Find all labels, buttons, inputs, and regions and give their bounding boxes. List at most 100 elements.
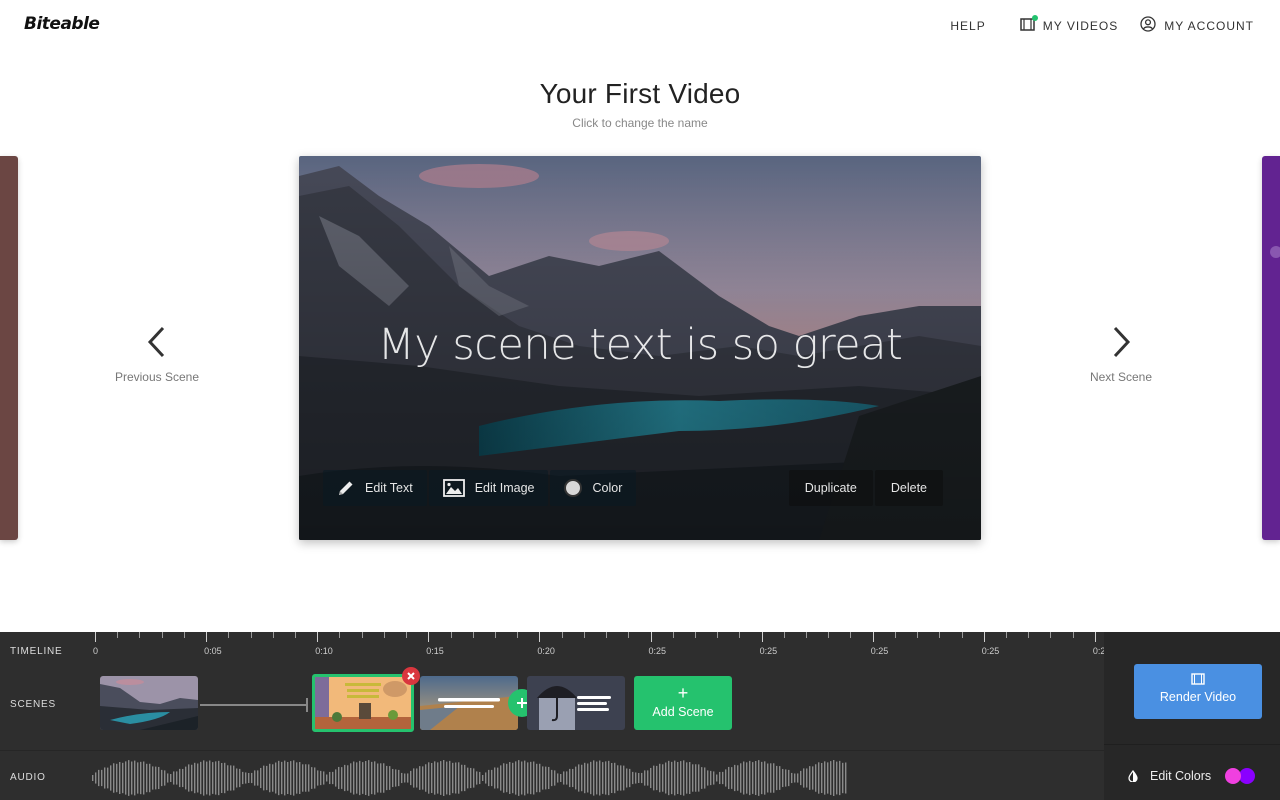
waveform-bar [647,770,649,786]
my-account-link[interactable]: MY ACCOUNT [1140,16,1254,35]
scene-text[interactable]: My scene text is so great [299,320,981,370]
my-account-label: MY ACCOUNT [1164,18,1254,33]
waveform-bar [299,761,301,795]
ruler-minor-tick [806,632,808,638]
edit-text-button[interactable]: Edit Text [323,470,427,506]
waveform-bar [752,762,754,794]
waveform-bar [131,761,133,795]
previous-scene-button[interactable]: Previous Scene [87,326,227,384]
ruler-tick-label: 0:05 [204,646,222,656]
delete-scene-button[interactable] [402,667,420,685]
waveform-bar [428,762,430,794]
duplicate-button[interactable]: Duplicate [788,470,873,506]
video-title-hint: Click to change the name [572,116,708,130]
add-scene-button[interactable]: + Add Scene [634,676,732,730]
ruler-tick-label: 0:15 [426,646,444,656]
ruler-major-tick [95,632,96,642]
ruler-minor-tick [606,632,608,638]
waveform-bar [746,762,748,794]
ruler-minor-tick [1006,632,1008,638]
waveform-bar [764,761,766,795]
render-video-button[interactable]: Render Video [1134,664,1262,719]
color-swatch-icon [564,479,583,497]
scene-connector-line [200,704,307,706]
waveform-bar [827,762,829,794]
video-title[interactable]: Your First Video [0,78,1280,110]
waveform-bar [773,763,775,793]
waveform-bar [209,760,211,796]
scene-thumbnail[interactable] [100,676,198,730]
waveform-bar [104,767,106,789]
ruler-minor-tick [406,632,408,638]
waveform-bar [167,773,169,783]
edit-colors-button[interactable]: Edit Colors [1128,768,1259,784]
render-video-label: Render Video [1159,690,1237,704]
ruler-major-tick [761,632,763,642]
waveform-bar [311,767,313,789]
waveform-bar [767,763,769,793]
waveform-bar [296,762,298,794]
waveform-bar [233,765,235,791]
waveform-bar [560,774,562,782]
waveform-bar [623,765,625,791]
ruler-minor-tick [228,632,230,638]
waveform-bar [371,761,373,795]
ruler-minor-tick [383,632,385,638]
timeline-panel: 0 0:05 0:10 0:15 0:20 0:25 0:25 0:25 0:25 0:25 TI… [0,632,1280,800]
scene-connector-end [306,698,308,712]
edit-image-button[interactable]: Edit Image [428,470,549,506]
waveform-bar [497,767,499,789]
waveform-bar [116,763,118,793]
ruler-minor-tick [361,632,363,638]
waveform-bar [542,766,544,790]
waveform-bar [125,761,127,795]
add-scene-label: Add Scene [652,705,714,719]
waveform-bar [350,763,352,793]
account-icon [1140,16,1156,35]
color-button[interactable]: Color [550,470,637,506]
previous-scene-peek[interactable] [0,156,18,540]
ruler-major-tick [317,632,319,642]
timeline-ruler[interactable]: 0 0:05 0:10 0:15 0:20 0:25 0:25 0:25 0:25 0:25 [0,632,1110,662]
top-nav: HELP MY VIDEOS MY ACCOUNT [950,14,1254,35]
waveform-bar [638,773,640,783]
waveform-bar [716,774,718,782]
audio-waveform[interactable] [92,760,852,796]
delete-label: Delete [890,481,927,495]
delete-button[interactable]: Delete [874,470,943,506]
waveform-bar [458,762,460,794]
waveform-bar [251,772,253,784]
scene-thumbnail[interactable] [527,676,625,730]
ruler-minor-tick [828,632,830,638]
waveform-bar [803,768,805,788]
scene-thumbnail-active[interactable] [312,674,414,732]
ruler-minor-tick [717,632,719,638]
waveform-bar [368,760,370,796]
waveform-bar [188,764,190,792]
biteable-logo[interactable]: Biteable [24,14,100,34]
waveform-bar [563,771,565,785]
help-link[interactable]: HELP [950,19,985,33]
waveform-bar [641,772,643,784]
waveform-bar [365,761,367,795]
waveform-bar [491,769,493,787]
waveform-bar [437,762,439,794]
waveform-bar [830,761,832,795]
waveform-bar [620,765,622,791]
waveform-bar [110,765,112,791]
waveform-bar [218,760,220,796]
waveform-bar [608,760,610,796]
waveform-bar [362,762,364,794]
scene-edit-toolbar: Edit Text Edit Image Color [323,470,638,506]
scene-thumbnail[interactable] [420,676,518,730]
waveform-bar [449,760,451,796]
waveform-bar [728,766,730,790]
edit-colors-label: Edit Colors [1150,769,1212,783]
next-scene-button[interactable]: Next Scene [1051,326,1191,384]
waveform-bar [470,767,472,789]
waveform-bar [725,769,727,787]
waveform-bar [689,761,691,795]
my-videos-link[interactable]: MY VIDEOS [1019,14,1118,34]
waveform-bar [761,761,763,795]
next-scene-peek[interactable] [1262,156,1280,540]
